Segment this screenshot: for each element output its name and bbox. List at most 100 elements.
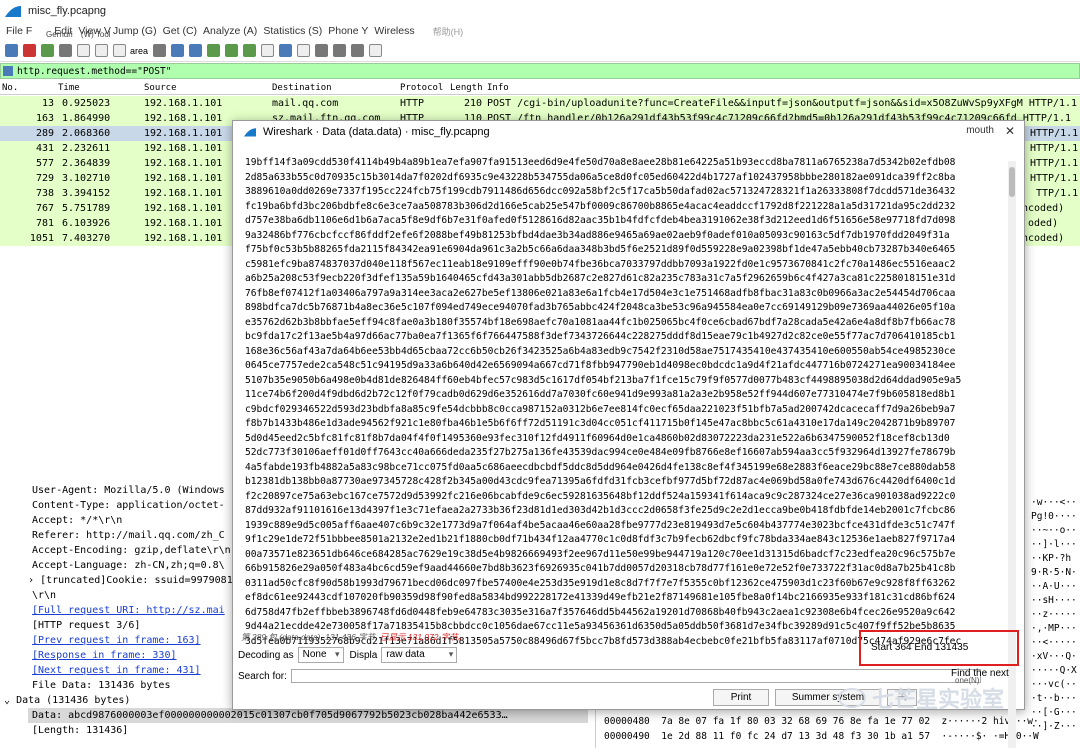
packet-no: 1051	[29, 233, 54, 244]
menu-bar: File F Edit View V Jump (G) Get (C) Anal…	[0, 22, 1080, 40]
menu-get[interactable]: Get (C)	[163, 25, 197, 37]
collapse-arrow-icon[interactable]: ⌄	[4, 695, 10, 706]
col-source[interactable]: Source	[144, 83, 177, 93]
last-packet-icon[interactable]	[243, 44, 257, 57]
go-forward-icon[interactable]	[189, 44, 203, 57]
expand-arrow-icon[interactable]: ›	[28, 575, 34, 586]
menu-phone[interactable]: Phone Y	[328, 25, 368, 37]
coloring-rules-icon[interactable]	[297, 44, 311, 57]
stop-capture-icon[interactable]	[23, 44, 36, 57]
packet-no: 781	[35, 218, 54, 229]
zoom-out-icon[interactable]	[333, 44, 347, 57]
detail-row-expanded[interactable]: ⌄ Data (131436 bytes)	[4, 693, 130, 708]
data-hex-line: 6d758d47fb2effbbeb3896748fd6d0448feb9e64…	[245, 606, 956, 618]
packet-info: ncoded)	[1022, 203, 1065, 214]
ascii-line: 9·R·5·N·	[1031, 567, 1077, 578]
packet-source: 192.168.1.101	[144, 173, 223, 184]
col-destination[interactable]: Destination	[272, 83, 332, 93]
decoding-select[interactable]: None	[297, 647, 344, 663]
data-hex-line: ef8dc61ee92443cdf107020fb90359d98f90fed8…	[245, 592, 956, 603]
data-hex-line: bc9fda17c2f13ae5b4a97d66ac77ba0ea7f1365f…	[245, 331, 956, 342]
display-select[interactable]: raw data	[381, 647, 458, 663]
packet-row[interactable]: 13 0.925023 192.168.1.101 mail.qq.com HT…	[0, 96, 1080, 111]
close-icon[interactable]: ✕	[1002, 124, 1018, 140]
data-hex-line: 9a32486bf776cbcfccf86fddf2efe6f2088bef49…	[245, 229, 950, 241]
scrollbar-thumb[interactable]	[1009, 167, 1015, 197]
packet-source: 192.168.1.101	[144, 113, 223, 124]
detail-row[interactable]: Accept-Language: zh-CN,zh;q=0.8\	[32, 558, 225, 573]
packet-time: 2.232611	[62, 143, 111, 154]
find-packet-icon[interactable]	[153, 44, 167, 57]
search-input[interactable]	[290, 669, 981, 683]
zoom-in-icon[interactable]	[315, 44, 329, 57]
detail-row-expandable[interactable]: › [truncated]Cookie: ssuid=9979081	[28, 573, 233, 588]
detail-row[interactable]: User-Agent: Mozilla/5.0 (Windows	[32, 483, 225, 498]
detail-row[interactable]: \r\n	[32, 588, 56, 603]
status-warning: 已显示 131,072 字节。	[379, 632, 467, 642]
data-hex-line: 3889610a0dd0269e7337f195cc224fcb75f199cd…	[245, 186, 956, 197]
ascii-line: ··]·l···	[1031, 539, 1077, 550]
detail-row[interactable]: File Data: 131436 bytes	[32, 678, 170, 693]
packet-source: 192.168.1.101	[144, 98, 223, 109]
restart-capture-icon[interactable]	[41, 44, 54, 57]
menu-help[interactable]: 帮助(H)	[433, 25, 464, 38]
start-end-highlight: Start 364 End 131435	[859, 630, 1019, 666]
dialog-title: Wireshark · Data (data.data) · misc_fly.…	[263, 126, 490, 138]
col-time[interactable]: Time	[58, 83, 80, 93]
display-filter-input[interactable]: http.request.method=="POST"	[17, 66, 171, 77]
menu-file[interactable]: File F	[6, 25, 32, 37]
col-info[interactable]: Info	[487, 83, 509, 93]
menu-jump[interactable]: Jump (G)	[113, 25, 157, 37]
menu-statistics[interactable]: Statistics (S)	[263, 25, 322, 37]
resize-columns-icon[interactable]	[369, 44, 383, 57]
detail-link-response[interactable]: [Response in frame: 330]	[32, 648, 177, 663]
filter-bookmark-icon[interactable]	[3, 66, 13, 76]
detail-row[interactable]: Accept-Encoding: gzip,deflate\r\n	[32, 543, 231, 558]
display-filter-bar[interactable]: http.request.method=="POST"	[0, 63, 1080, 79]
close-file-icon[interactable]	[113, 44, 126, 57]
detail-row[interactable]: [HTTP request 3/6]	[32, 618, 140, 633]
menu-wireless[interactable]: Wireless	[374, 25, 414, 37]
ascii-line: ··<·····	[1031, 637, 1077, 648]
start-capture-icon[interactable]	[5, 44, 18, 57]
col-protocol[interactable]: Protocol	[400, 83, 443, 93]
packet-no: 431	[35, 143, 54, 154]
data-hex-line: 11ce74b6f200d4f9dbd6d2b72c12f0f79cadb0d6…	[245, 389, 956, 400]
detail-row[interactable]: Content-Type: application/octet-	[32, 498, 225, 513]
data-hex-line: 87dd932af91101616e13d4397f1e3c71efaea2a2…	[245, 505, 956, 516]
packet-protocol: HTTP	[400, 98, 425, 109]
packet-source: 192.168.1.101	[144, 143, 223, 154]
data-hex-line: 76fb8ef07412f1a03406a797a9a314ee3aca2e62…	[245, 287, 956, 299]
col-length[interactable]: Length	[450, 83, 483, 93]
detail-row[interactable]: Accept: */*\r\n	[32, 513, 122, 528]
menu-analyze[interactable]: Analyze (A)	[203, 25, 257, 37]
go-to-packet-icon[interactable]	[207, 44, 221, 57]
capture-options-icon[interactable]	[59, 44, 72, 57]
open-file-icon[interactable]	[77, 44, 90, 57]
col-no[interactable]: No.	[2, 83, 18, 93]
packet-no: 577	[35, 158, 54, 169]
print-button[interactable]: Print	[713, 689, 769, 706]
packet-source: 192.168.1.101	[144, 233, 223, 244]
ascii-line: ·xV···Q·	[1031, 651, 1077, 662]
colorize-icon[interactable]	[279, 44, 293, 57]
detail-row[interactable]: Referer: http://mail.qq.com/zh_C	[32, 528, 225, 543]
go-back-icon[interactable]	[171, 44, 185, 57]
ascii-line: ··~··o··	[1031, 525, 1077, 536]
autoscroll-icon[interactable]	[261, 44, 275, 57]
packet-no: 729	[35, 173, 54, 184]
detail-link-full-uri[interactable]: [Full request URI: http://sz.mai	[32, 603, 225, 618]
first-packet-icon[interactable]	[225, 44, 239, 57]
dialog-mouth-label: mouth	[966, 125, 994, 136]
normal-size-icon[interactable]	[351, 44, 365, 57]
wireshark-fin-icon	[5, 6, 21, 17]
data-hex-line: f2c20897ce75a63ebc167ce7572d9d53992fc216…	[245, 490, 956, 502]
data-hex-line: d757e38ba6db1106e6d1b6a7aca5f8e9df6b7e31…	[245, 215, 956, 226]
watermark: 七芒星实验室	[838, 682, 1076, 714]
detail-link-prev-request[interactable]: [Prev request in frame: 163]	[32, 633, 201, 648]
save-file-icon[interactable]	[95, 44, 108, 57]
data-hex-line: 1939c889e9d5c005aff6aae407c6b9c32e1773d9…	[245, 519, 956, 531]
detail-row[interactable]: [Length: 131436]	[32, 723, 128, 738]
detail-link-next-request[interactable]: [Next request in frame: 431]	[32, 663, 201, 678]
data-hex-line: 0645ce7757ede2ca548c51c94195d9a33a6b640d…	[245, 360, 956, 371]
